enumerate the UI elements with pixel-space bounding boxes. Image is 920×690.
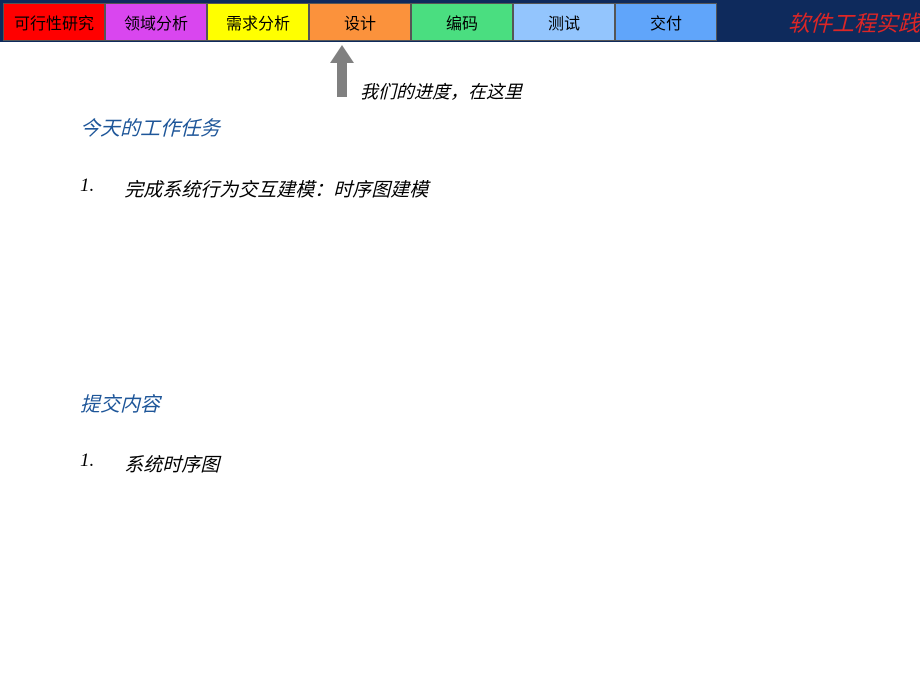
progress-arrow-stem	[337, 62, 347, 97]
phase-tab-domain: 领域分析	[105, 3, 207, 41]
progress-arrow-icon	[330, 45, 354, 63]
tasks-heading: 今天的工作任务	[80, 112, 220, 141]
phase-tab-delivery: 交付	[615, 3, 717, 41]
phase-tab-coding: 编码	[411, 3, 513, 41]
deliverables-heading: 提交内容	[80, 388, 160, 417]
deliverable-item: 1. 系统时序图	[80, 450, 219, 477]
phase-tab-requirements: 需求分析	[207, 3, 309, 41]
phase-tab-testing: 测试	[513, 3, 615, 41]
phase-tab-design: 设计	[309, 3, 411, 41]
progress-label: 我们的进度，在这里	[360, 78, 522, 104]
deliverable-item-number: 1.	[80, 450, 94, 477]
header-title: 软件工程实践	[788, 6, 920, 38]
task-item: 1. 完成系统行为交互建模：时序图建模	[80, 175, 428, 202]
phase-tabs: 可行性研究 领域分析 需求分析 设计 编码 测试 交付	[3, 3, 717, 41]
deliverable-item-text: 系统时序图	[124, 450, 219, 477]
task-item-text: 完成系统行为交互建模：时序图建模	[124, 175, 428, 202]
task-item-number: 1.	[80, 175, 94, 202]
header-bar: 可行性研究 领域分析 需求分析 设计 编码 测试 交付 软件工程实践	[0, 0, 920, 42]
phase-tab-feasibility: 可行性研究	[3, 3, 105, 41]
